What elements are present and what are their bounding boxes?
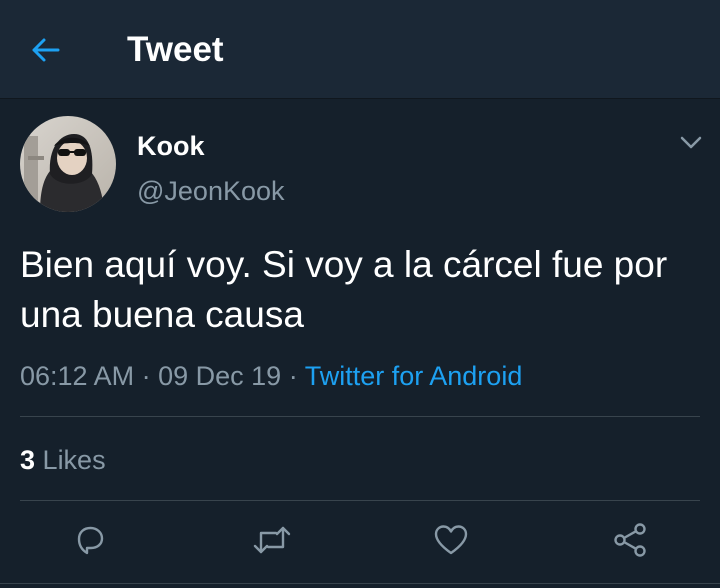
divider [0,583,720,584]
page-title: Tweet [127,30,224,69]
tweet-meta: 06:12 AM · 09 Dec 19 · Twitter for Andro… [20,359,522,393]
retweet-button[interactable] [250,518,294,562]
meta-separator: · [141,361,151,391]
heart-icon [434,525,468,555]
arrow-left-icon [32,38,60,62]
author-handle[interactable]: @JeonKook [137,175,285,207]
reply-button[interactable] [68,518,112,562]
retweet-icon [253,526,291,554]
likes-stat[interactable]: 3 Likes [20,443,106,477]
reply-icon [77,526,104,555]
divider [20,500,700,501]
share-button[interactable] [608,518,652,562]
share-icon [614,523,646,557]
likes-label: Likes [42,445,106,475]
tweet-time: 06:12 AM [20,361,135,391]
likes-count: 3 [20,445,36,475]
tweet-text: Bien aquí voy. Si voy a la cárcel fue po… [20,244,668,335]
meta-separator: · [288,361,298,391]
top-app-bar: Tweet [0,0,720,99]
avatar[interactable] [20,116,116,212]
tweet-source-link[interactable]: Twitter for Android [305,361,523,391]
tweet-menu-button[interactable] [676,130,706,156]
like-button[interactable] [429,518,473,562]
author-display-name[interactable]: Kook [137,130,205,162]
divider [20,416,700,417]
chevron-down-icon [680,136,702,149]
back-button[interactable] [20,27,70,73]
tweet-date: 09 Dec 19 [158,361,282,391]
